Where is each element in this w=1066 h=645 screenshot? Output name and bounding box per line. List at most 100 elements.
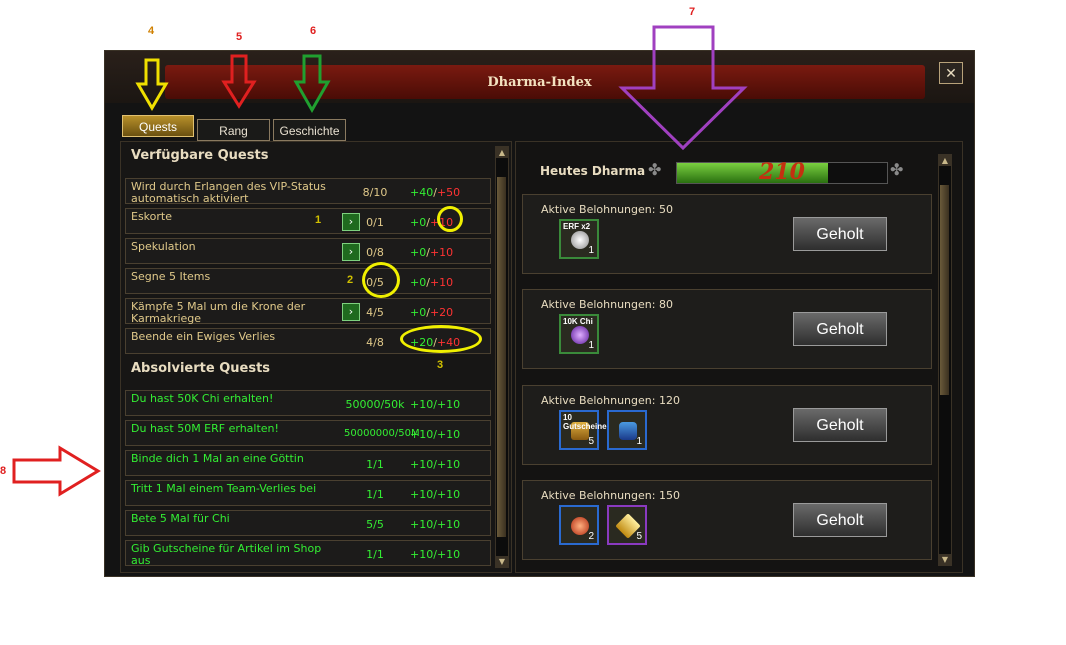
- reward-b: +10: [436, 428, 461, 441]
- reward-b: +10: [436, 458, 461, 471]
- quest-progress: 0/8: [366, 246, 384, 259]
- red-orbs-icon[interactable]: 2: [559, 505, 599, 545]
- quest-row: Eskorte › 0/1 +0/+10: [125, 208, 491, 234]
- quest-progress: 1/1: [366, 548, 384, 561]
- scroll-up-icon[interactable]: ▲: [939, 155, 951, 166]
- quest-progress: 0/1: [366, 216, 384, 229]
- reward-label: Aktive Belohnungen: 120: [541, 394, 680, 407]
- dharma-index-window: Dharma-Index ✕ Quests Rang Geschichte Ve…: [104, 50, 975, 577]
- quest-reward: +10/+10: [410, 458, 461, 471]
- reward-b: +10: [436, 488, 461, 501]
- quest-name: Binde dich 1 Mal an eine Göttin: [131, 452, 304, 465]
- pearl-icon[interactable]: ERF x2 1: [559, 219, 599, 259]
- annotation-circle-1: 1: [315, 214, 322, 226]
- quest-name: Gib Gutscheine für Artikel im Shop aus: [131, 542, 322, 567]
- scroll-down-icon[interactable]: ▼: [939, 554, 951, 565]
- voucher-icon[interactable]: 10 Gutscheine 5: [559, 410, 607, 450]
- quest-row: Kämpfe 5 Mal um die Krone der Karmakrieg…: [125, 298, 491, 325]
- quest-name: Tritt 1 Mal einem Team-Verlies bei: [131, 482, 317, 495]
- claimed-button[interactable]: Geholt: [793, 312, 887, 346]
- quest-reward: +10/+10: [410, 428, 461, 441]
- arrow-8-red: [12, 445, 101, 497]
- quest-reward: +0/+10: [410, 246, 454, 259]
- reward-scrollbar[interactable]: ▲ ▼: [938, 154, 952, 566]
- purple-orb-icon[interactable]: 10K Chi 1: [559, 314, 599, 354]
- scroll-thumb[interactable]: [940, 185, 949, 395]
- quest-name: Spekulation: [131, 240, 196, 253]
- tab-quests[interactable]: Quests: [122, 115, 194, 137]
- quest-progress: 4/5: [366, 306, 384, 319]
- quest-reward: +40/+50: [410, 186, 461, 199]
- dharma-value: 210: [759, 159, 805, 185]
- reward-box: Aktive Belohnungen: 150 2 5 Geholt: [522, 480, 932, 560]
- reward-label: Aktive Belohnungen: 50: [541, 203, 673, 216]
- quest-row: Binde dich 1 Mal an eine Göttin 1/1 +10/…: [125, 450, 491, 476]
- quest-name: Wird durch Erlangen des VIP-Status autom…: [131, 180, 326, 205]
- claimed-button[interactable]: Geholt: [793, 503, 887, 537]
- reward-a: +10: [410, 548, 434, 561]
- quest-name: Du hast 50K Chi erhalten!: [131, 392, 274, 405]
- reward-a: +10: [410, 518, 434, 531]
- dharma-label: Heutes Dharma: [540, 164, 646, 178]
- ornament-left-icon: ✤: [648, 160, 662, 179]
- claimed-button[interactable]: Geholt: [793, 217, 887, 251]
- annotation-8: 8: [0, 465, 7, 477]
- reward-a: +0: [410, 276, 427, 289]
- scroll-thumb[interactable]: [497, 177, 506, 537]
- reward-b: +10: [429, 246, 454, 259]
- annotation-circle-3: 3: [437, 359, 444, 371]
- quest-reward: +0/+20: [410, 306, 454, 319]
- quest-row: Bete 5 Mal für Chi 5/5 +10/+10: [125, 510, 491, 536]
- quest-row: Segne 5 Items 0/5 +0/+10: [125, 268, 491, 294]
- highlight-circle-3: [400, 325, 482, 353]
- reward-box: Aktive Belohnungen: 80 10K Chi 1 Geholt: [522, 289, 932, 369]
- reward-label: Aktive Belohnungen: 80: [541, 298, 673, 311]
- reward-b: +10: [436, 398, 461, 411]
- window-title: Dharma-Index: [487, 75, 592, 90]
- highlight-circle-1: [437, 206, 463, 232]
- tab-geschichte[interactable]: Geschichte: [273, 119, 346, 141]
- reward-box: Aktive Belohnungen: 50 ERF x2 1 Geholt: [522, 194, 932, 274]
- quest-progress: 5/5: [366, 518, 384, 531]
- quest-reward: +0/+10: [410, 276, 454, 289]
- quest-name: Du hast 50M ERF erhalten!: [131, 422, 279, 435]
- annotation-6: 6: [310, 25, 317, 37]
- reward-a: +10: [410, 458, 434, 471]
- quest-progress: 1/1: [366, 488, 384, 501]
- quest-progress: 50000000/50M: [344, 428, 420, 439]
- reward-b: +10: [436, 548, 461, 561]
- close-button[interactable]: ✕: [939, 62, 963, 84]
- quest-progress: 4/8: [366, 336, 384, 349]
- claimed-button[interactable]: Geholt: [793, 408, 887, 442]
- quest-name: Beende ein Ewiges Verlies: [131, 330, 276, 343]
- reward-label: Aktive Belohnungen: 150: [541, 489, 680, 502]
- dharma-panel: Heutes Dharma ✤ 210 ✤ Aktive Belohnungen…: [515, 141, 963, 573]
- reward-a: +40: [410, 186, 434, 199]
- quest-name: Segne 5 Items: [131, 270, 211, 283]
- annotation-circle-2: 2: [347, 274, 354, 286]
- quest-reward: +10/+10: [410, 488, 461, 501]
- reward-box: Aktive Belohnungen: 120 10 Gutscheine 5 …: [522, 385, 932, 465]
- tab-rang[interactable]: Rang: [197, 119, 270, 141]
- quest-name: Eskorte: [131, 210, 172, 223]
- reward-a: +10: [410, 488, 434, 501]
- reward-b: +50: [436, 186, 461, 199]
- reward-a: +0: [410, 216, 427, 229]
- annotation-5: 5: [236, 31, 243, 43]
- reward-b: +10: [436, 518, 461, 531]
- reward-a: +10: [410, 398, 434, 411]
- quest-reward: +10/+10: [410, 548, 461, 561]
- quest-progress: 1/1: [366, 458, 384, 471]
- quest-reward: +10/+10: [410, 398, 461, 411]
- scroll-up-icon[interactable]: ▲: [496, 147, 508, 158]
- reward-a: +0: [410, 306, 427, 319]
- quest-scrollbar[interactable]: ▲ ▼: [495, 146, 509, 568]
- reward-a: +10: [410, 428, 434, 441]
- quest-row: Spekulation › 0/8 +0/+10: [125, 238, 491, 264]
- scroll-down-icon[interactable]: ▼: [496, 556, 508, 567]
- potion-icon[interactable]: 1: [607, 410, 647, 450]
- quest-name: Kämpfe 5 Mal um die Krone der Karmakrieg…: [131, 300, 306, 325]
- quest-name: Bete 5 Mal für Chi: [131, 512, 230, 525]
- quest-reward: +10/+10: [410, 518, 461, 531]
- gold-crystal-icon[interactable]: 5: [607, 505, 647, 545]
